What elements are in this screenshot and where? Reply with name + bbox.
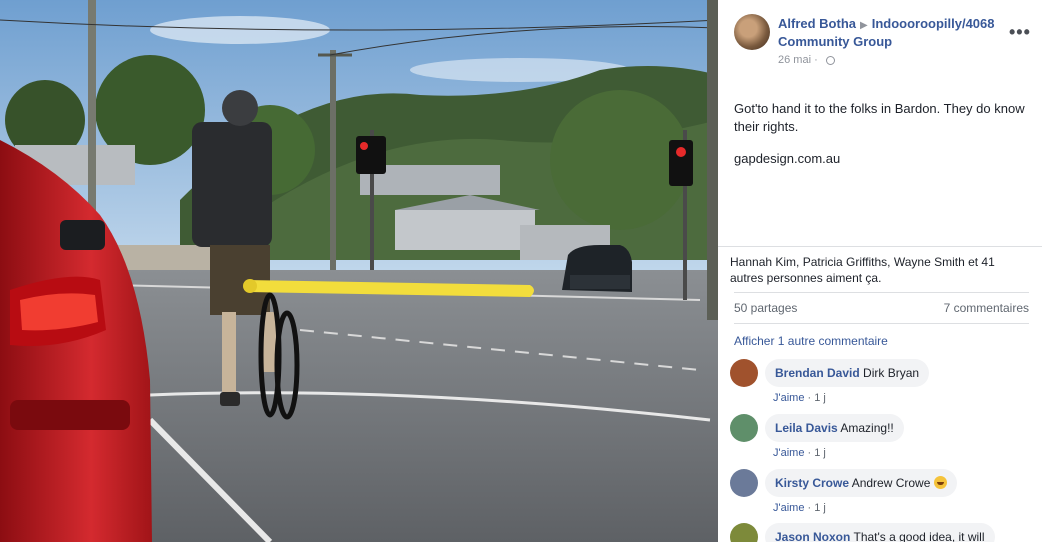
like-comment-link[interactable]: J'aime: [773, 447, 804, 459]
comment-bubble: Leila Davis Amazing!!: [765, 414, 904, 442]
commenter-avatar[interactable]: [730, 469, 758, 497]
commenter-avatar[interactable]: [730, 359, 758, 387]
comment-actions: J'aime · 1 j: [773, 392, 826, 404]
commenter-name[interactable]: Brendan David: [775, 366, 860, 380]
facebook-photo-viewer: Alfred Botha ▶ Indoooroopilly/4068 Communi…: [0, 0, 1042, 542]
post-meta: 26 mai ·: [778, 54, 835, 66]
post-date[interactable]: 26 mai: [778, 54, 811, 66]
view-more-comments-link[interactable]: Afficher 1 autre commentaire: [734, 334, 888, 348]
comment-bubble: Jason Noxon That's a good idea, it will: [765, 523, 995, 542]
post-body: Got'to hand it to the folks in Bardon. T…: [734, 100, 1030, 168]
globe-icon: [825, 56, 835, 65]
commenter-avatar[interactable]: [730, 523, 758, 542]
more-options-icon[interactable]: •••: [1009, 22, 1031, 43]
comment-bubble: Brendan David Dirk Bryan: [765, 359, 930, 387]
commenter-name[interactable]: Kirsty Crowe: [775, 476, 849, 490]
comment-actions: J'aime · 1 j: [773, 502, 826, 514]
author-avatar[interactable]: [734, 14, 770, 50]
like-comment-link[interactable]: J'aime: [773, 392, 804, 404]
commenter-avatar[interactable]: [730, 414, 758, 442]
shares-count[interactable]: 50 partages: [734, 301, 797, 315]
comment-time[interactable]: 1 j: [814, 447, 826, 459]
comment-bubble: Kirsty Crowe Andrew Crowe: [765, 469, 957, 497]
share-arrow-icon: ▶: [860, 20, 868, 31]
post-sidebar: Alfred Botha ▶ Indoooroopilly/4068 Communi…: [718, 0, 1042, 542]
separator: ·: [807, 447, 812, 459]
author-name-link[interactable]: Alfred Botha: [778, 16, 856, 31]
comment-text: Amazing!!: [840, 421, 894, 435]
photo-illustration: [0, 0, 718, 542]
like-comment-link[interactable]: J'aime: [773, 502, 804, 514]
comment-time[interactable]: 1 j: [814, 392, 826, 404]
commenter-name[interactable]: Jason Noxon: [775, 530, 850, 542]
post-link[interactable]: gapdesign.com.au: [734, 150, 1030, 168]
post-stats: 50 partages 7 commentaires: [734, 301, 1029, 315]
comment-text: Andrew Crowe: [851, 476, 931, 490]
commenter-name[interactable]: Leila Davis: [775, 421, 838, 435]
comment-text: That's a good idea, it will: [853, 530, 985, 542]
post-text: Got'to hand it to the folks in Bardon. T…: [734, 101, 1025, 134]
divider: [734, 292, 1029, 293]
comment-time[interactable]: 1 j: [814, 502, 826, 514]
post-photo[interactable]: [0, 0, 718, 542]
divider: [734, 323, 1029, 324]
laughing-emoji-icon: [933, 476, 947, 489]
comments-count[interactable]: 7 commentaires: [944, 301, 1029, 315]
post-title-line: Alfred Botha ▶ Indoooroopilly/4068 Communi…: [778, 16, 998, 50]
separator: ·: [807, 502, 812, 514]
divider: [718, 246, 1042, 247]
reactions-summary[interactable]: Hannah Kim, Patricia Griffiths, Wayne Sm…: [730, 254, 1030, 286]
comment-text: Dirk Bryan: [863, 366, 920, 380]
separator: ·: [807, 392, 812, 404]
comment-actions: J'aime · 1 j: [773, 447, 826, 459]
